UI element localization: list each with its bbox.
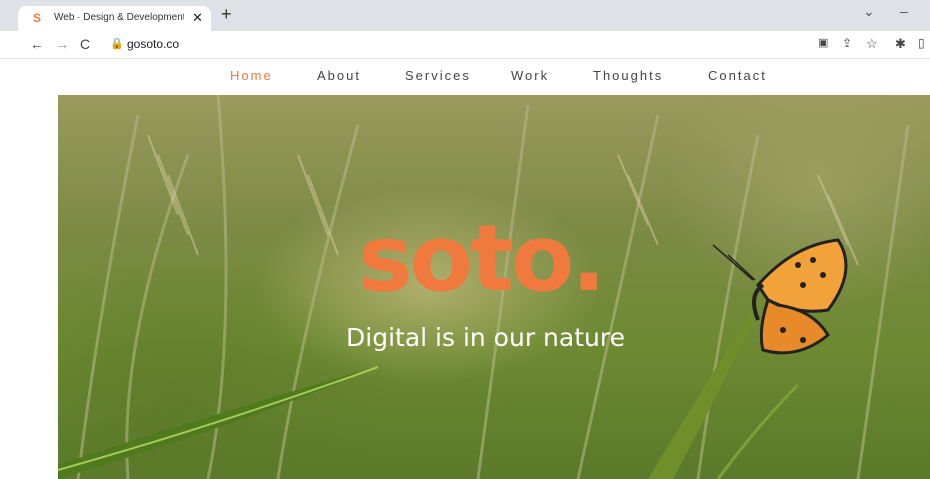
browser-tab[interactable]: S Web · Design & Development · S ✕ [18, 6, 211, 31]
url-text[interactable]: gosoto.co [127, 37, 179, 51]
close-tab-icon[interactable]: ✕ [192, 10, 203, 26]
sidepanel-icon[interactable]: ▯ [918, 36, 925, 50]
soto-logo: soto. [358, 205, 606, 312]
reload-icon[interactable]: C [80, 36, 90, 52]
nav-about[interactable]: About [317, 68, 361, 83]
bookmark-star-icon[interactable]: ☆ [866, 36, 878, 52]
hero-tagline: Digital is in our nature [346, 323, 625, 352]
forward-icon[interactable]: → [55, 36, 69, 52]
share-icon[interactable]: ⇪ [842, 36, 852, 50]
chevron-down-icon[interactable]: ⌄ [863, 3, 875, 20]
nav-work[interactable]: Work [511, 68, 549, 83]
butterfly-illustration [712, 238, 848, 355]
nav-home[interactable]: Home [230, 68, 273, 83]
address-bar[interactable]: 🔒 gosoto.co [100, 34, 890, 55]
extensions-icon[interactable]: ✱ [895, 36, 906, 52]
nav-contact[interactable]: Contact [708, 68, 767, 83]
lock-icon[interactable]: 🔒 [110, 37, 124, 50]
new-tab-button[interactable]: + [221, 4, 232, 25]
hero-banner: soto. Digital is in our nature [58, 95, 930, 479]
browser-toolbar: ← → C 🔒 gosoto.co ▣ ⇪ ☆ ✱ ▯ [0, 31, 930, 59]
site-favicon-icon: S [33, 11, 42, 25]
tab-strip: S Web · Design & Development · S ✕ + ⌄ – [0, 0, 930, 31]
minimize-icon[interactable]: – [900, 3, 908, 19]
site-nav: Home About Services Work Thoughts Contac… [0, 59, 930, 95]
back-icon[interactable]: ← [30, 36, 44, 52]
nav-thoughts[interactable]: Thoughts [593, 68, 663, 83]
translate-icon[interactable]: ▣ [818, 36, 828, 49]
tab-title: Web · Design & Development · S [54, 12, 184, 23]
nav-services[interactable]: Services [405, 68, 471, 83]
